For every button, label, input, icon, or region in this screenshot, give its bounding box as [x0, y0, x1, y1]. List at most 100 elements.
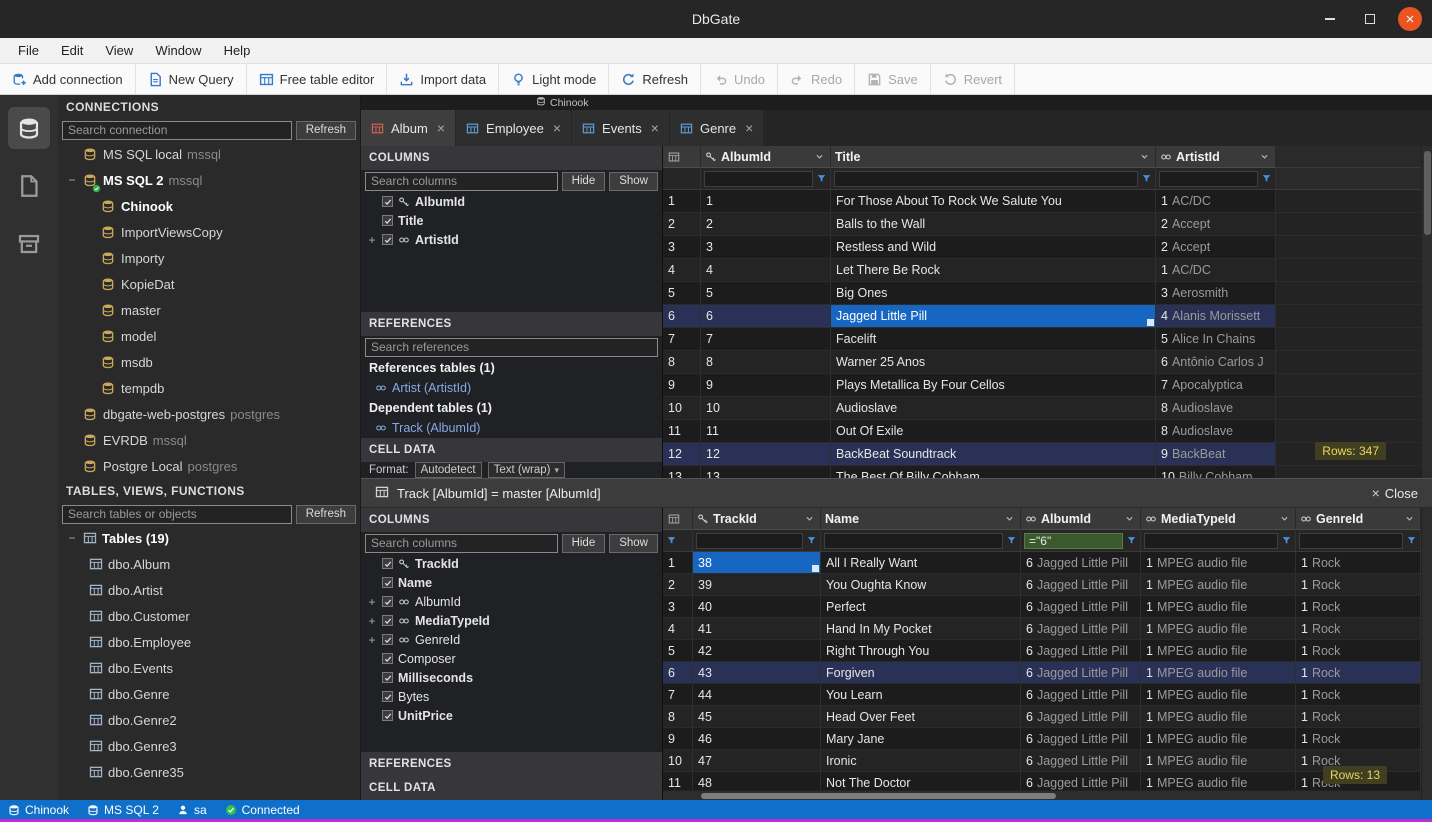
data-cell[interactable]: 10Billy Cobham: [1156, 466, 1276, 478]
connection-item[interactable]: master: [58, 297, 360, 323]
data-cell[interactable]: For Those About To Rock We Salute You: [831, 190, 1156, 213]
revert-button[interactable]: Revert: [931, 64, 1015, 94]
maximize-button[interactable]: [1358, 7, 1382, 31]
statusbar-item-connected[interactable]: Connected: [225, 803, 300, 817]
data-cell[interactable]: 6Jagged Little Pill: [1021, 750, 1141, 772]
row-number-cell[interactable]: 10: [663, 397, 701, 420]
column-toggle-item[interactable]: +AlbumId: [361, 592, 662, 611]
data-cell[interactable]: 7Apocalyptica: [1156, 374, 1276, 397]
column-menu-button[interactable]: [1139, 151, 1151, 162]
reference-link[interactable]: Artist (ArtistId): [361, 378, 662, 398]
column-menu-button[interactable]: [1404, 513, 1416, 524]
data-cell[interactable]: Jagged Little Pill: [831, 305, 1156, 328]
filter-cell[interactable]: [821, 530, 1021, 552]
data-cell[interactable]: Plays Metallica By Four Cellos: [831, 374, 1156, 397]
table-row[interactable]: 77Facelift5Alice In Chains: [663, 328, 1432, 351]
menu-file[interactable]: File: [8, 41, 49, 60]
tab-events[interactable]: Events×: [572, 110, 669, 146]
connection-item[interactable]: MS SQL localmssql: [58, 141, 360, 167]
light-mode-button[interactable]: Light mode: [499, 64, 609, 94]
reference-close-button[interactable]: × Close: [1372, 485, 1418, 501]
row-number-cell[interactable]: 7: [663, 328, 701, 351]
data-cell[interactable]: 1AC/DC: [1156, 190, 1276, 213]
data-cell[interactable]: 6Jagged Little Pill: [1021, 574, 1141, 596]
data-cell[interactable]: Ironic: [821, 750, 1021, 772]
tab-close-icon[interactable]: ×: [553, 120, 561, 136]
data-cell[interactable]: 5: [701, 282, 831, 305]
column-checkbox[interactable]: [382, 672, 393, 683]
data-cell[interactable]: 44: [693, 684, 821, 706]
tab-close-icon[interactable]: ×: [651, 120, 659, 136]
data-cell[interactable]: 1MPEG audio file: [1141, 618, 1296, 640]
column-checkbox[interactable]: [382, 615, 393, 626]
table-row[interactable]: 138All I Really Want6Jagged Little Pill1…: [663, 552, 1432, 574]
menu-edit[interactable]: Edit: [51, 41, 93, 60]
table-row[interactable]: 22Balls to the Wall2Accept: [663, 213, 1432, 236]
data-cell[interactable]: Out Of Exile: [831, 420, 1156, 443]
table-row[interactable]: 744You Learn6Jagged Little Pill1MPEG aud…: [663, 684, 1432, 706]
data-cell[interactable]: 1MPEG audio file: [1141, 596, 1296, 618]
table-row[interactable]: 946Mary Jane6Jagged Little Pill1MPEG aud…: [663, 728, 1432, 750]
data-cell[interactable]: All I Really Want: [821, 552, 1021, 574]
data-cell[interactable]: 3Aerosmith: [1156, 282, 1276, 305]
column-header-trackid[interactable]: TrackId: [693, 508, 821, 530]
data-cell[interactable]: 8: [701, 351, 831, 374]
connection-item[interactable]: Postgre Localpostgres: [58, 453, 360, 479]
connection-item[interactable]: Chinook: [58, 193, 360, 219]
table-row[interactable]: 99Plays Metallica By Four Cellos7Apocaly…: [663, 374, 1432, 397]
data-cell[interactable]: 2Accept: [1156, 213, 1276, 236]
table-row[interactable]: 33Restless and Wild2Accept: [663, 236, 1432, 259]
data-cell[interactable]: 5Alice In Chains: [1156, 328, 1276, 351]
row-number-cell[interactable]: 9: [663, 728, 693, 750]
rownum-filter-cell[interactable]: [663, 530, 693, 552]
tab-close-icon[interactable]: ×: [437, 120, 445, 136]
data-cell[interactable]: 39: [693, 574, 821, 596]
hide-columns-button[interactable]: Hide: [562, 534, 606, 553]
column-toggle-item[interactable]: AlbumId: [361, 192, 662, 211]
filter-input[interactable]: ="6": [1024, 533, 1123, 549]
data-cell[interactable]: The Best Of Billy Cobham: [831, 466, 1156, 478]
column-toggle-item[interactable]: +ArtistId: [361, 230, 662, 249]
data-cell[interactable]: You Learn: [821, 684, 1021, 706]
data-cell[interactable]: 6Jagged Little Pill: [1021, 596, 1141, 618]
scrollbar-thumb[interactable]: [1424, 151, 1431, 235]
column-toggle-item[interactable]: UnitPrice: [361, 706, 662, 725]
show-columns-button[interactable]: Show: [609, 534, 658, 553]
connection-item[interactable]: −MS SQL 2mssql: [58, 167, 360, 193]
tables-group-row[interactable]: −Tables (19): [58, 525, 360, 551]
column-checkbox[interactable]: [382, 653, 393, 664]
filter-cell[interactable]: [1296, 530, 1421, 552]
data-cell[interactable]: Balls to the Wall: [831, 213, 1156, 236]
row-number-cell[interactable]: 1: [663, 190, 701, 213]
column-checkbox[interactable]: [382, 577, 393, 588]
tab-employee[interactable]: Employee×: [456, 110, 571, 146]
column-header-albumid[interactable]: AlbumId: [1021, 508, 1141, 530]
statusbar-item-chinook[interactable]: Chinook: [8, 803, 69, 817]
row-number-cell[interactable]: 1: [663, 552, 693, 574]
column-menu-button[interactable]: [1259, 151, 1271, 162]
connection-item[interactable]: EVRDBmssql: [58, 427, 360, 453]
connection-item[interactable]: model: [58, 323, 360, 349]
data-cell[interactable]: 6Jagged Little Pill: [1021, 728, 1141, 750]
vertical-scrollbar[interactable]: [1421, 508, 1432, 800]
table-row[interactable]: 88Warner 25 Anos6Antônio Carlos J: [663, 351, 1432, 374]
table-item[interactable]: dbo.Customer: [58, 603, 360, 629]
data-cell[interactable]: Mary Jane: [821, 728, 1021, 750]
table-row[interactable]: 44Let There Be Rock1AC/DC: [663, 259, 1432, 282]
column-header-title[interactable]: Title: [831, 146, 1156, 168]
expander-icon[interactable]: +: [367, 595, 377, 609]
table-row[interactable]: 66Jagged Little Pill4Alanis Morissett: [663, 305, 1432, 328]
table-row[interactable]: 340Perfect6Jagged Little Pill1MPEG audio…: [663, 596, 1432, 618]
row-number-cell[interactable]: 11: [663, 420, 701, 443]
data-cell[interactable]: Head Over Feet: [821, 706, 1021, 728]
data-cell[interactable]: 1Rock: [1296, 640, 1421, 662]
data-cell[interactable]: Let There Be Rock: [831, 259, 1156, 282]
table-item[interactable]: dbo.Album: [58, 551, 360, 577]
row-number-cell[interactable]: 8: [663, 706, 693, 728]
data-cell[interactable]: 3: [701, 236, 831, 259]
column-checkbox[interactable]: [382, 558, 393, 569]
column-header-artistid[interactable]: ArtistId: [1156, 146, 1276, 168]
undo-button[interactable]: Undo: [701, 64, 778, 94]
close-button[interactable]: ×: [1398, 7, 1422, 31]
table-item[interactable]: dbo.Genre3: [58, 733, 360, 759]
